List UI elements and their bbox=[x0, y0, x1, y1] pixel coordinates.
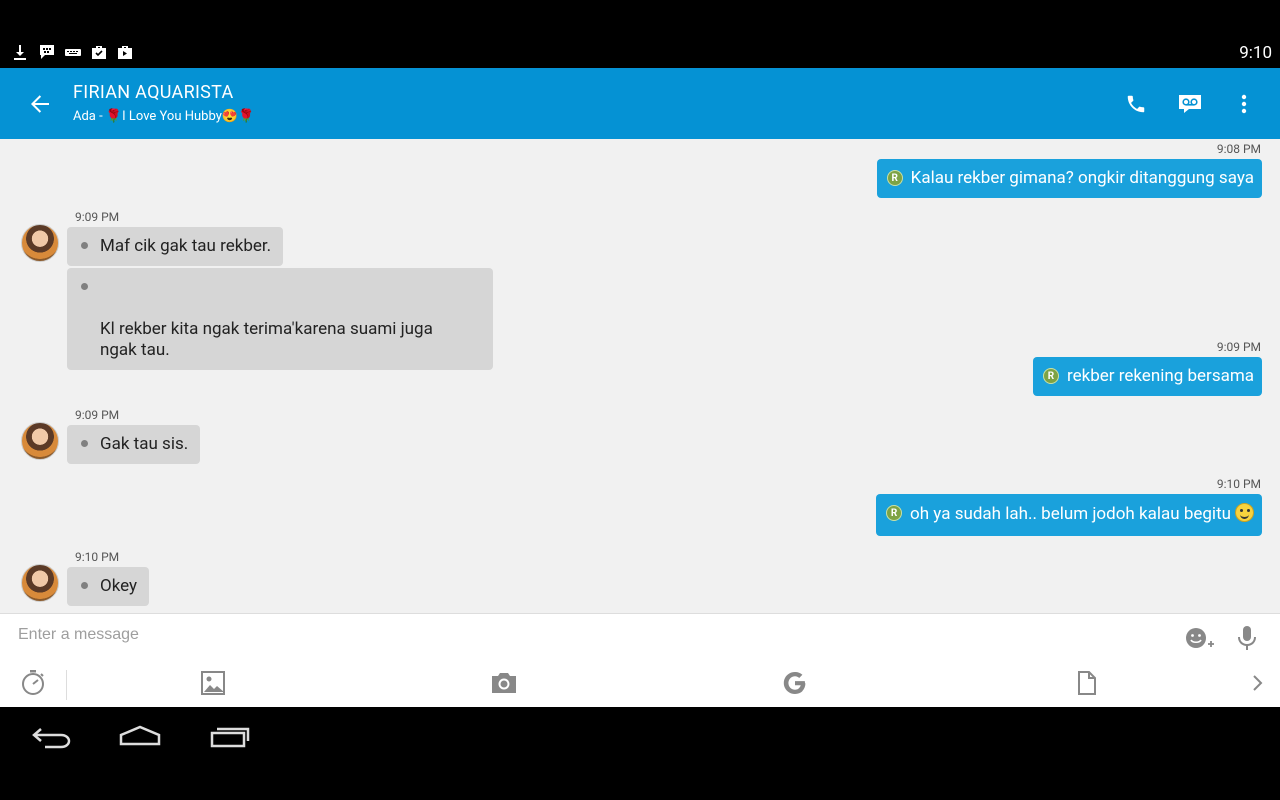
outgoing-message[interactable]: R Kalau rekber gimana? ongkir ditanggung… bbox=[876, 159, 1262, 198]
read-status-icon: R bbox=[1042, 368, 1059, 384]
message-dot-icon bbox=[81, 440, 88, 447]
contact-name[interactable]: FIRIAN AQUARISTA bbox=[73, 82, 234, 103]
message-timestamp: 9:09 PM bbox=[75, 408, 120, 422]
timer-icon bbox=[22, 670, 44, 695]
add-emoticon-button[interactable] bbox=[1184, 626, 1216, 652]
home-icon bbox=[119, 725, 161, 746]
bbm-voice-button[interactable] bbox=[1174, 88, 1206, 120]
smiley-emoji-icon bbox=[1235, 503, 1254, 522]
contact-status: Ada - 🌹I Love You Hubby😍🌹 bbox=[73, 109, 255, 124]
voice-call-button[interactable] bbox=[1120, 88, 1152, 120]
message-dot-icon bbox=[81, 283, 88, 290]
nav-back-button[interactable] bbox=[30, 721, 74, 751]
toolbar-divider bbox=[66, 670, 67, 700]
message-timestamp: 9:09 PM bbox=[1216, 340, 1261, 354]
bbm-icon bbox=[38, 44, 56, 60]
contact-avatar[interactable] bbox=[21, 224, 59, 262]
system-nav-bar bbox=[0, 707, 1280, 800]
message-timestamp: 9:09 PM bbox=[75, 210, 120, 224]
read-status-icon: R bbox=[886, 505, 903, 521]
outgoing-message[interactable]: R rekber rekening bersama bbox=[1032, 357, 1262, 396]
keyboard-icon bbox=[64, 44, 82, 60]
shopping-bag-icon bbox=[116, 44, 134, 60]
message-text: Gak tau sis. bbox=[100, 434, 189, 454]
status-time: 9:10 bbox=[1239, 43, 1272, 63]
message-text: Kalau rekber gimana? ongkir ditanggung s… bbox=[910, 168, 1254, 188]
incoming-message[interactable]: Kl rekber kita ngak terima'karena suami … bbox=[67, 268, 493, 370]
timed-message-button[interactable] bbox=[18, 668, 48, 698]
more-tools-button[interactable] bbox=[1242, 668, 1272, 698]
emoticon-add-icon bbox=[1186, 628, 1214, 648]
message-input[interactable] bbox=[18, 626, 1118, 644]
google-search-button[interactable] bbox=[780, 668, 810, 698]
phone-icon bbox=[1127, 95, 1145, 113]
gallery-button[interactable] bbox=[198, 668, 228, 698]
header-actions bbox=[1120, 88, 1260, 120]
document-icon bbox=[1078, 671, 1096, 695]
nav-home-button[interactable] bbox=[118, 721, 162, 751]
message-list[interactable]: 9:08 PM R Kalau rekber gimana? ongkir di… bbox=[0, 139, 1280, 613]
chevron-right-icon bbox=[1253, 675, 1263, 691]
message-dot-icon bbox=[81, 582, 88, 589]
recents-icon bbox=[210, 727, 250, 748]
attachment-toolbar bbox=[0, 664, 1280, 706]
incoming-message[interactable]: Okey bbox=[67, 567, 150, 606]
overflow-menu-button[interactable] bbox=[1228, 88, 1260, 120]
read-status-icon: R bbox=[886, 170, 903, 186]
voicemail-bubble-icon bbox=[1179, 95, 1201, 113]
incoming-message[interactable]: Gak tau sis. bbox=[67, 425, 201, 464]
message-text: Kl rekber kita ngak terima'karena suami … bbox=[100, 319, 433, 360]
incoming-message[interactable]: Maf cik gak tau rekber. bbox=[67, 227, 284, 266]
camera-button[interactable] bbox=[489, 668, 519, 698]
message-timestamp: 9:10 PM bbox=[75, 550, 120, 564]
status-bar: 9:10 bbox=[0, 0, 1280, 68]
download-icon bbox=[12, 44, 30, 60]
message-dot-icon bbox=[81, 242, 88, 249]
message-timestamp: 9:10 PM bbox=[1216, 477, 1261, 491]
message-text: rekber rekening bersama bbox=[1066, 366, 1254, 386]
outgoing-message[interactable]: R oh ya sudah lah.. belum jodoh kalau be… bbox=[876, 494, 1262, 536]
message-timestamp: 9:08 PM bbox=[1216, 142, 1261, 156]
message-composer bbox=[0, 613, 1280, 707]
voice-note-button[interactable] bbox=[1236, 624, 1258, 652]
contact-avatar[interactable] bbox=[21, 564, 59, 602]
back-button[interactable] bbox=[24, 90, 56, 118]
microphone-icon bbox=[1238, 626, 1256, 650]
message-text: Maf cik gak tau rekber. bbox=[100, 236, 272, 256]
more-vert-icon bbox=[1241, 94, 1247, 114]
camera-icon bbox=[492, 673, 516, 693]
message-text: oh ya sudah lah.. belum jodoh kalau begi… bbox=[910, 504, 1231, 524]
chat-header: FIRIAN AQUARISTA Ada - 🌹I Love You Hubby… bbox=[0, 68, 1280, 139]
file-attach-button[interactable] bbox=[1072, 668, 1102, 698]
google-icon bbox=[783, 672, 806, 694]
contact-avatar[interactable] bbox=[21, 422, 59, 460]
back-icon bbox=[32, 728, 71, 749]
nav-recents-button[interactable] bbox=[208, 721, 252, 751]
notification-icons bbox=[12, 44, 134, 60]
briefcase-check-icon bbox=[90, 44, 108, 60]
message-text: Okey bbox=[100, 576, 138, 596]
arrow-back-icon bbox=[31, 95, 49, 113]
image-icon bbox=[201, 671, 225, 695]
